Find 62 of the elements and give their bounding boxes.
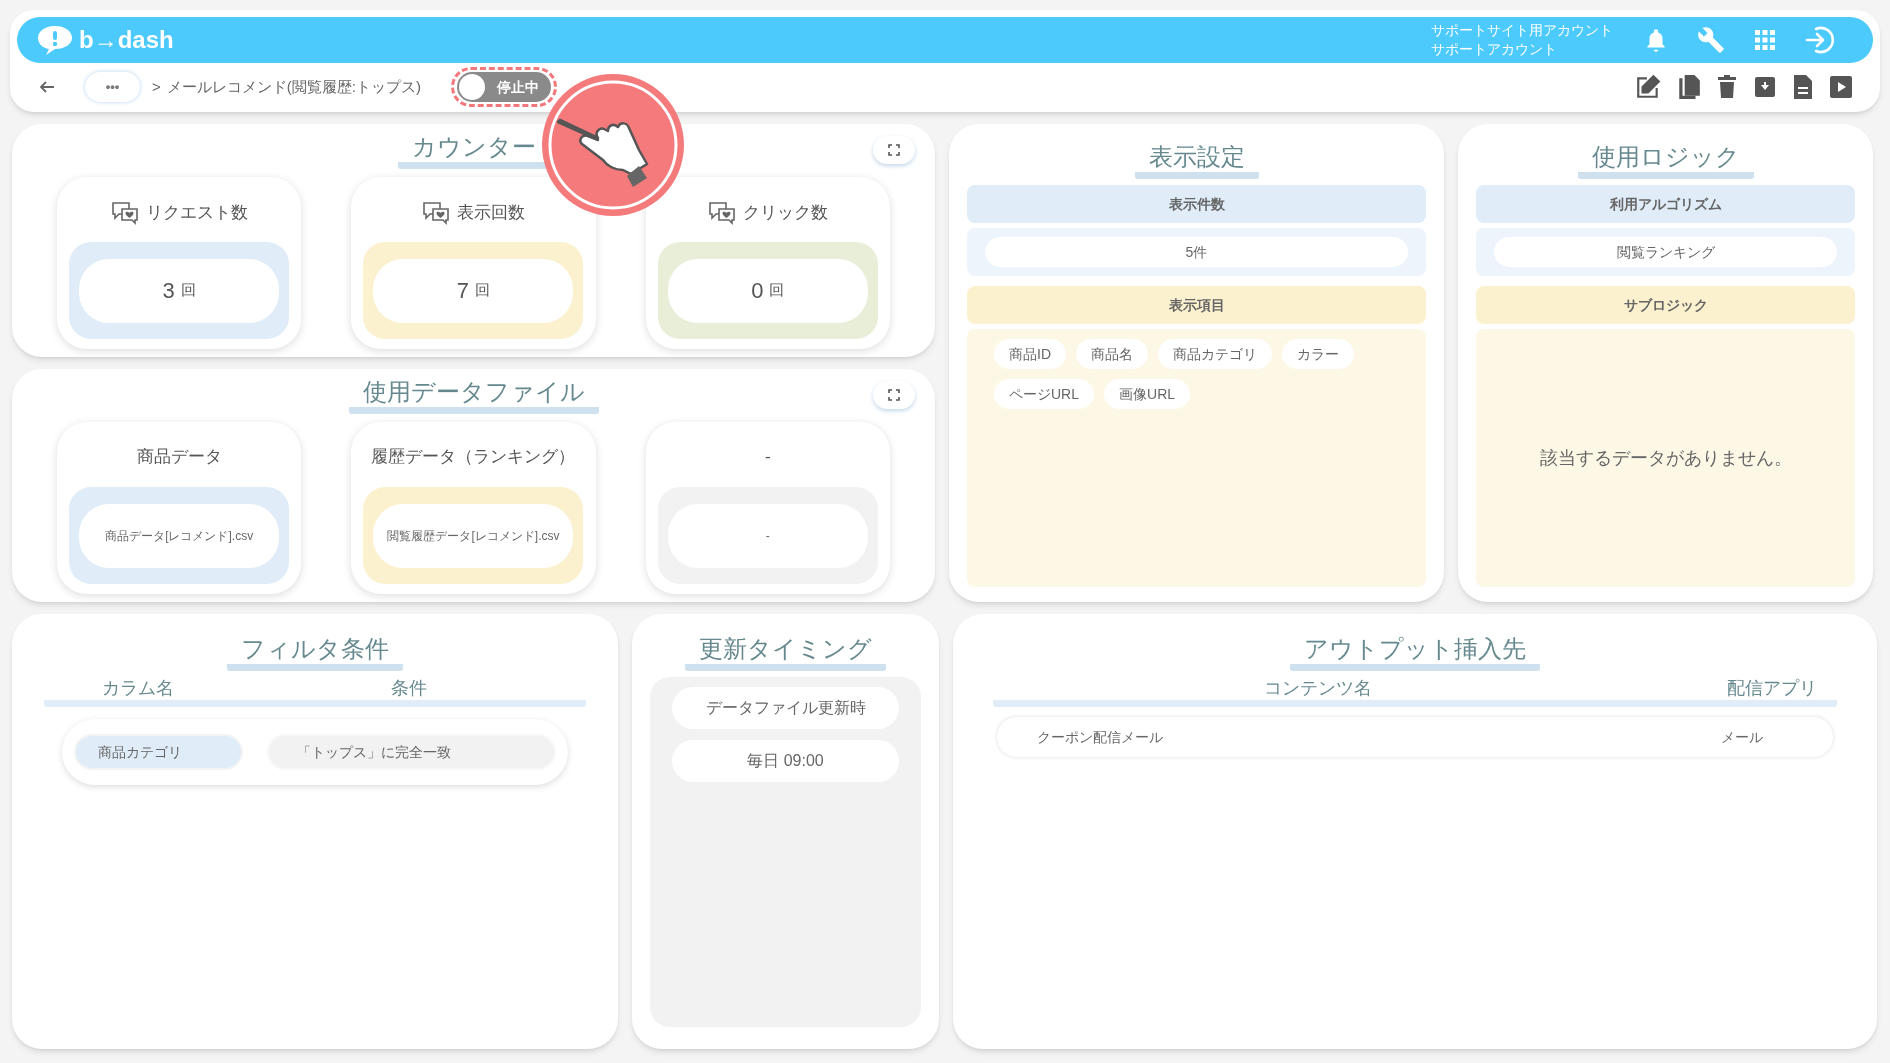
data-file-label: 商品データ (136, 446, 222, 468)
content-name: クーポン配信メール (1037, 727, 1164, 747)
column-header: 配信アプリ (1726, 677, 1818, 700)
back-arrow-icon[interactable] (39, 80, 55, 94)
section-header: 利用アルゴリズム (1476, 185, 1855, 223)
expand-icon (888, 389, 900, 401)
edit-icon[interactable] (1635, 74, 1661, 100)
counter-label: 表示回数 (457, 202, 526, 225)
chat-heart-icon (110, 201, 141, 225)
data-file-label: 履歴データ（ランキング） (371, 446, 576, 468)
logo-icon (35, 24, 75, 56)
empty-message: 該当するデータがありません。 (1539, 446, 1792, 470)
play-icon[interactable] (1829, 75, 1853, 99)
counter-value: 7 (456, 277, 470, 305)
counter-value: 3 (162, 277, 175, 305)
value-pill: 閲覧ランキング (1494, 237, 1837, 267)
section-header: 表示件数 (967, 185, 1426, 223)
section-header: 表示項目 (967, 286, 1426, 324)
value-pill: 5件 (985, 237, 1408, 267)
item-tag: ページURL (994, 379, 1094, 409)
file-name: 商品データ[レコメンド].csv (104, 527, 255, 544)
file-name: - (764, 527, 771, 544)
counter-value: 0 (751, 277, 764, 305)
item-tag: 商品カテゴリ (1158, 339, 1272, 369)
timing-item: 毎日 09:00 (672, 740, 899, 782)
breadcrumb-separator: > (152, 76, 161, 97)
chat-heart-icon (707, 201, 738, 225)
condition-value: 「トップス」に完全一致 (269, 736, 554, 768)
expand-icon (888, 144, 900, 156)
counter-unit: 回 (769, 280, 785, 301)
expand-button[interactable] (873, 381, 915, 409)
logo-text: b→dash (79, 25, 174, 55)
file-name: 閲覧履歴データ[レコメンド].csv (387, 527, 560, 544)
section-title: アウトプット挿入先 (1290, 634, 1540, 671)
column-header: 条件 (389, 677, 428, 700)
data-file-label: - (765, 446, 771, 468)
counter-unit: 回 (180, 280, 196, 301)
section-title: フィルタ条件 (227, 634, 403, 671)
chat-heart-icon (421, 201, 452, 225)
section-title: 使用データファイル (348, 377, 599, 414)
counter-label: リクエスト数 (146, 202, 249, 225)
breadcrumb-title[interactable]: メールレコメンド(閲覧履歴:トップス) (166, 75, 421, 99)
expand-button[interactable] (873, 136, 915, 164)
app-name: メール (1720, 727, 1764, 747)
item-tag: カラー (1282, 339, 1354, 369)
item-tag: 画像URL (1104, 379, 1191, 409)
copy-icon[interactable] (1677, 74, 1701, 100)
column-value: 商品カテゴリ (76, 736, 242, 768)
trash-icon[interactable] (1717, 75, 1737, 99)
status-toggle[interactable]: 停止中 (456, 72, 551, 102)
document-icon[interactable] (1793, 74, 1813, 100)
item-tag: 商品名 (1076, 339, 1148, 369)
account-name: サポートアカウント (1431, 40, 1558, 59)
counter-label: クリック数 (743, 202, 829, 225)
column-header: カラム名 (100, 677, 175, 700)
column-header: コンテンツ名 (1263, 677, 1373, 700)
timing-item: データファイル更新時 (672, 687, 899, 729)
account-name: サポートサイト用アカウント (1431, 21, 1613, 40)
item-tag: 商品ID (994, 339, 1066, 369)
archive-icon[interactable] (1753, 75, 1777, 99)
counter-unit: 回 (475, 280, 491, 301)
section-header: サブロジック (1476, 286, 1855, 324)
